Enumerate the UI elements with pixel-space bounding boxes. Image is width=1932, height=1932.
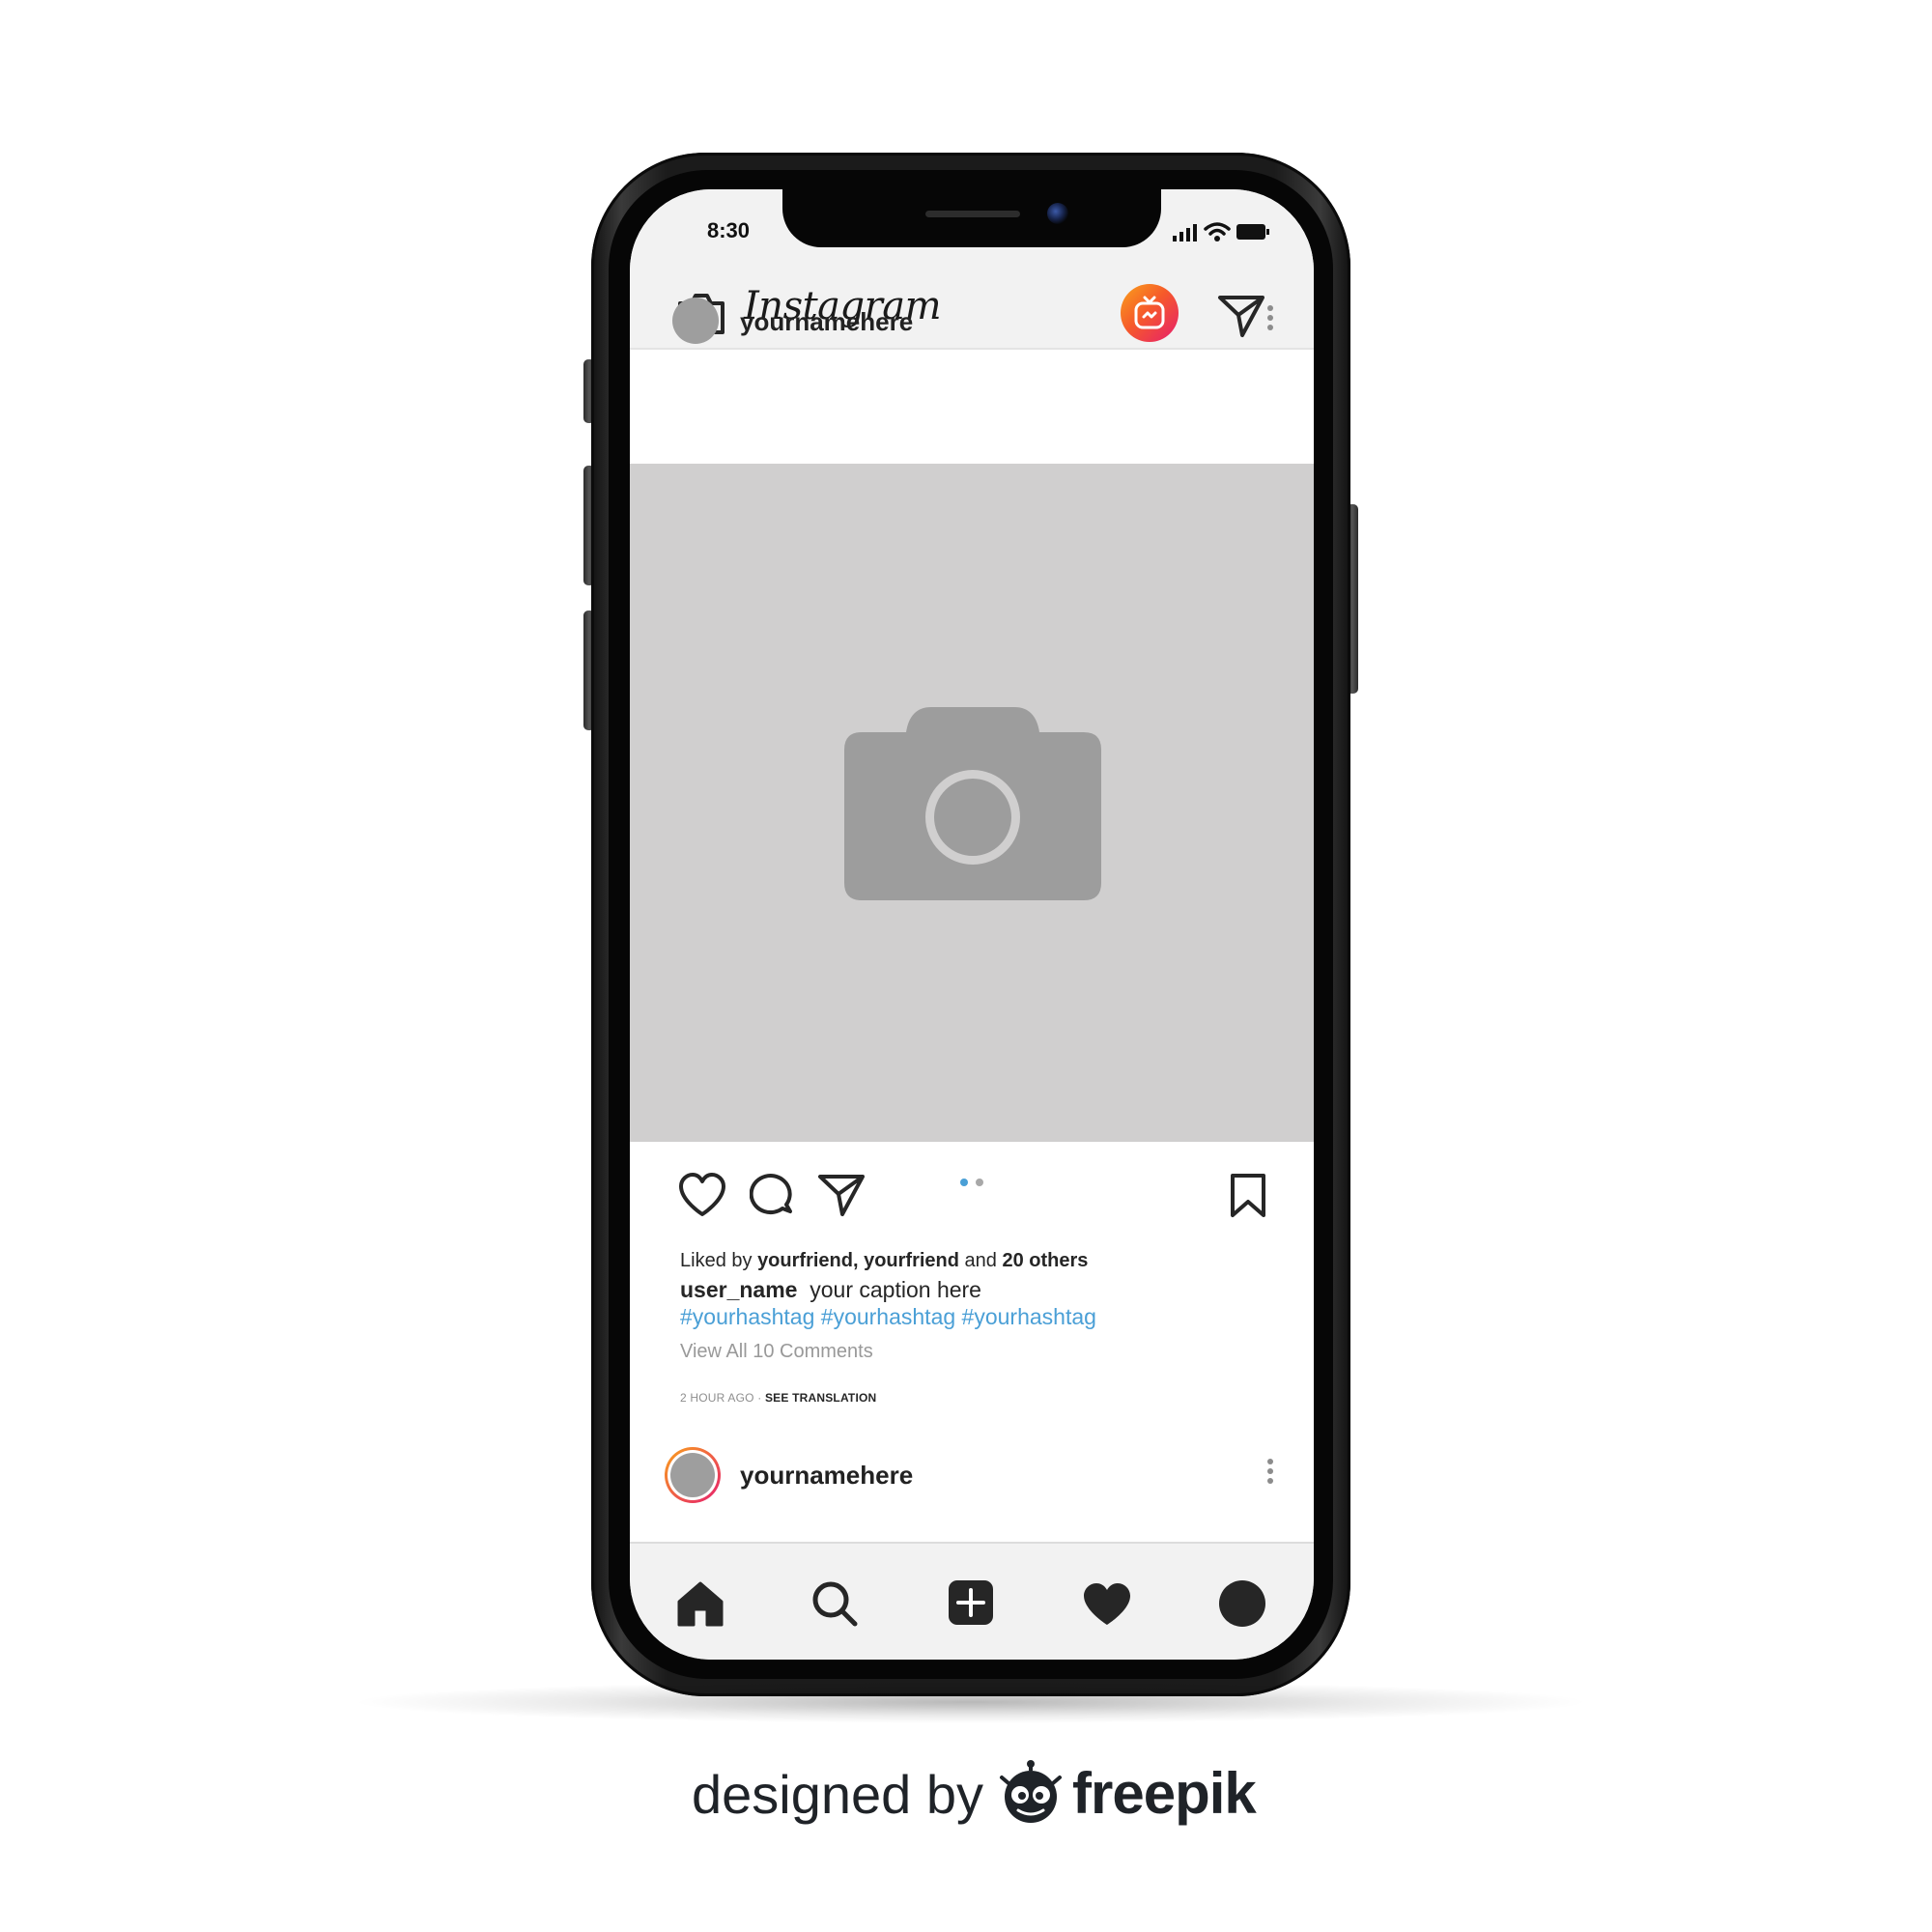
wifi-icon — [1204, 222, 1231, 242]
profile-icon[interactable] — [1219, 1580, 1265, 1627]
add-post-icon[interactable] — [949, 1580, 993, 1625]
earpiece-speaker — [925, 211, 1020, 217]
kebab-dot — [1267, 325, 1273, 330]
bookmark-icon[interactable] — [1229, 1173, 1267, 1219]
caption-text: your caption here — [810, 1277, 981, 1302]
time-separator: · — [753, 1391, 765, 1405]
carousel-dot-active — [960, 1179, 968, 1186]
activity-heart-icon[interactable] — [1082, 1582, 1132, 1627]
phone-notch — [782, 189, 1161, 247]
kebab-dot — [1267, 315, 1273, 321]
share-icon[interactable] — [817, 1173, 866, 1217]
post-image-placeholder[interactable] — [630, 464, 1314, 1142]
post-avatar[interactable] — [672, 298, 719, 344]
next-post-avatar — [670, 1453, 715, 1497]
like-heart-icon[interactable] — [678, 1173, 726, 1217]
likes-summary: Liked by yourfriend, yourfriend and 20 o… — [680, 1250, 1088, 1272]
carousel-dot — [976, 1179, 983, 1186]
phone-shadow — [348, 1681, 1594, 1723]
kebab-dot — [1267, 1468, 1273, 1474]
igtv-button[interactable] — [1121, 284, 1179, 342]
kebab-dot — [1267, 1459, 1273, 1464]
status-time: 8:30 — [707, 218, 751, 242]
home-icon[interactable] — [676, 1580, 724, 1627]
phone-screen: 8:30 Instagram yournamehere Liked by you… — [630, 189, 1314, 1660]
igtv-icon — [1134, 296, 1165, 329]
bottom-nav — [630, 1542, 1314, 1660]
search-icon[interactable] — [811, 1580, 858, 1627]
post-timestamp: 2 HOUR AGO · SEE TRANSLATION — [680, 1391, 876, 1405]
post-username[interactable]: yournamehere — [740, 307, 913, 337]
next-post-options-icon[interactable] — [1267, 1459, 1273, 1488]
likes-prefix: Liked by — [680, 1250, 758, 1271]
next-post-username[interactable]: yournamehere — [740, 1461, 913, 1491]
view-comments-link[interactable]: View All 10 Comments — [680, 1341, 873, 1363]
credit-brand: freepik — [1072, 1761, 1257, 1826]
battery-icon — [1236, 224, 1269, 240]
comment-icon[interactable] — [750, 1173, 796, 1219]
signal-icon — [1173, 224, 1197, 242]
freepik-logo-icon — [1000, 1760, 1062, 1823]
app-header: Instagram — [630, 278, 1314, 350]
caption-username[interactable]: user_name — [680, 1277, 797, 1302]
kebab-dot — [1267, 1478, 1273, 1484]
front-camera — [1047, 203, 1068, 224]
likes-and: and — [958, 1250, 1003, 1271]
time-ago: 2 HOUR AGO — [680, 1391, 754, 1405]
kebab-dot — [1267, 305, 1273, 311]
direct-message-icon[interactable] — [1217, 294, 1265, 338]
camera-placeholder-icon — [844, 707, 1101, 900]
post-caption: user_name your caption here — [680, 1277, 981, 1303]
likes-others[interactable]: 20 others — [1002, 1250, 1088, 1271]
see-translation-link[interactable]: SEE TRANSLATION — [765, 1391, 876, 1405]
post-hashtags[interactable]: #yourhashtag #yourhashtag #yourhashtag — [680, 1304, 1096, 1330]
post-options-icon[interactable] — [1267, 305, 1273, 334]
story-ring[interactable] — [665, 1447, 721, 1503]
likes-friends[interactable]: yourfriend, yourfriend — [757, 1250, 959, 1271]
credit-text: designed by — [692, 1764, 984, 1825]
